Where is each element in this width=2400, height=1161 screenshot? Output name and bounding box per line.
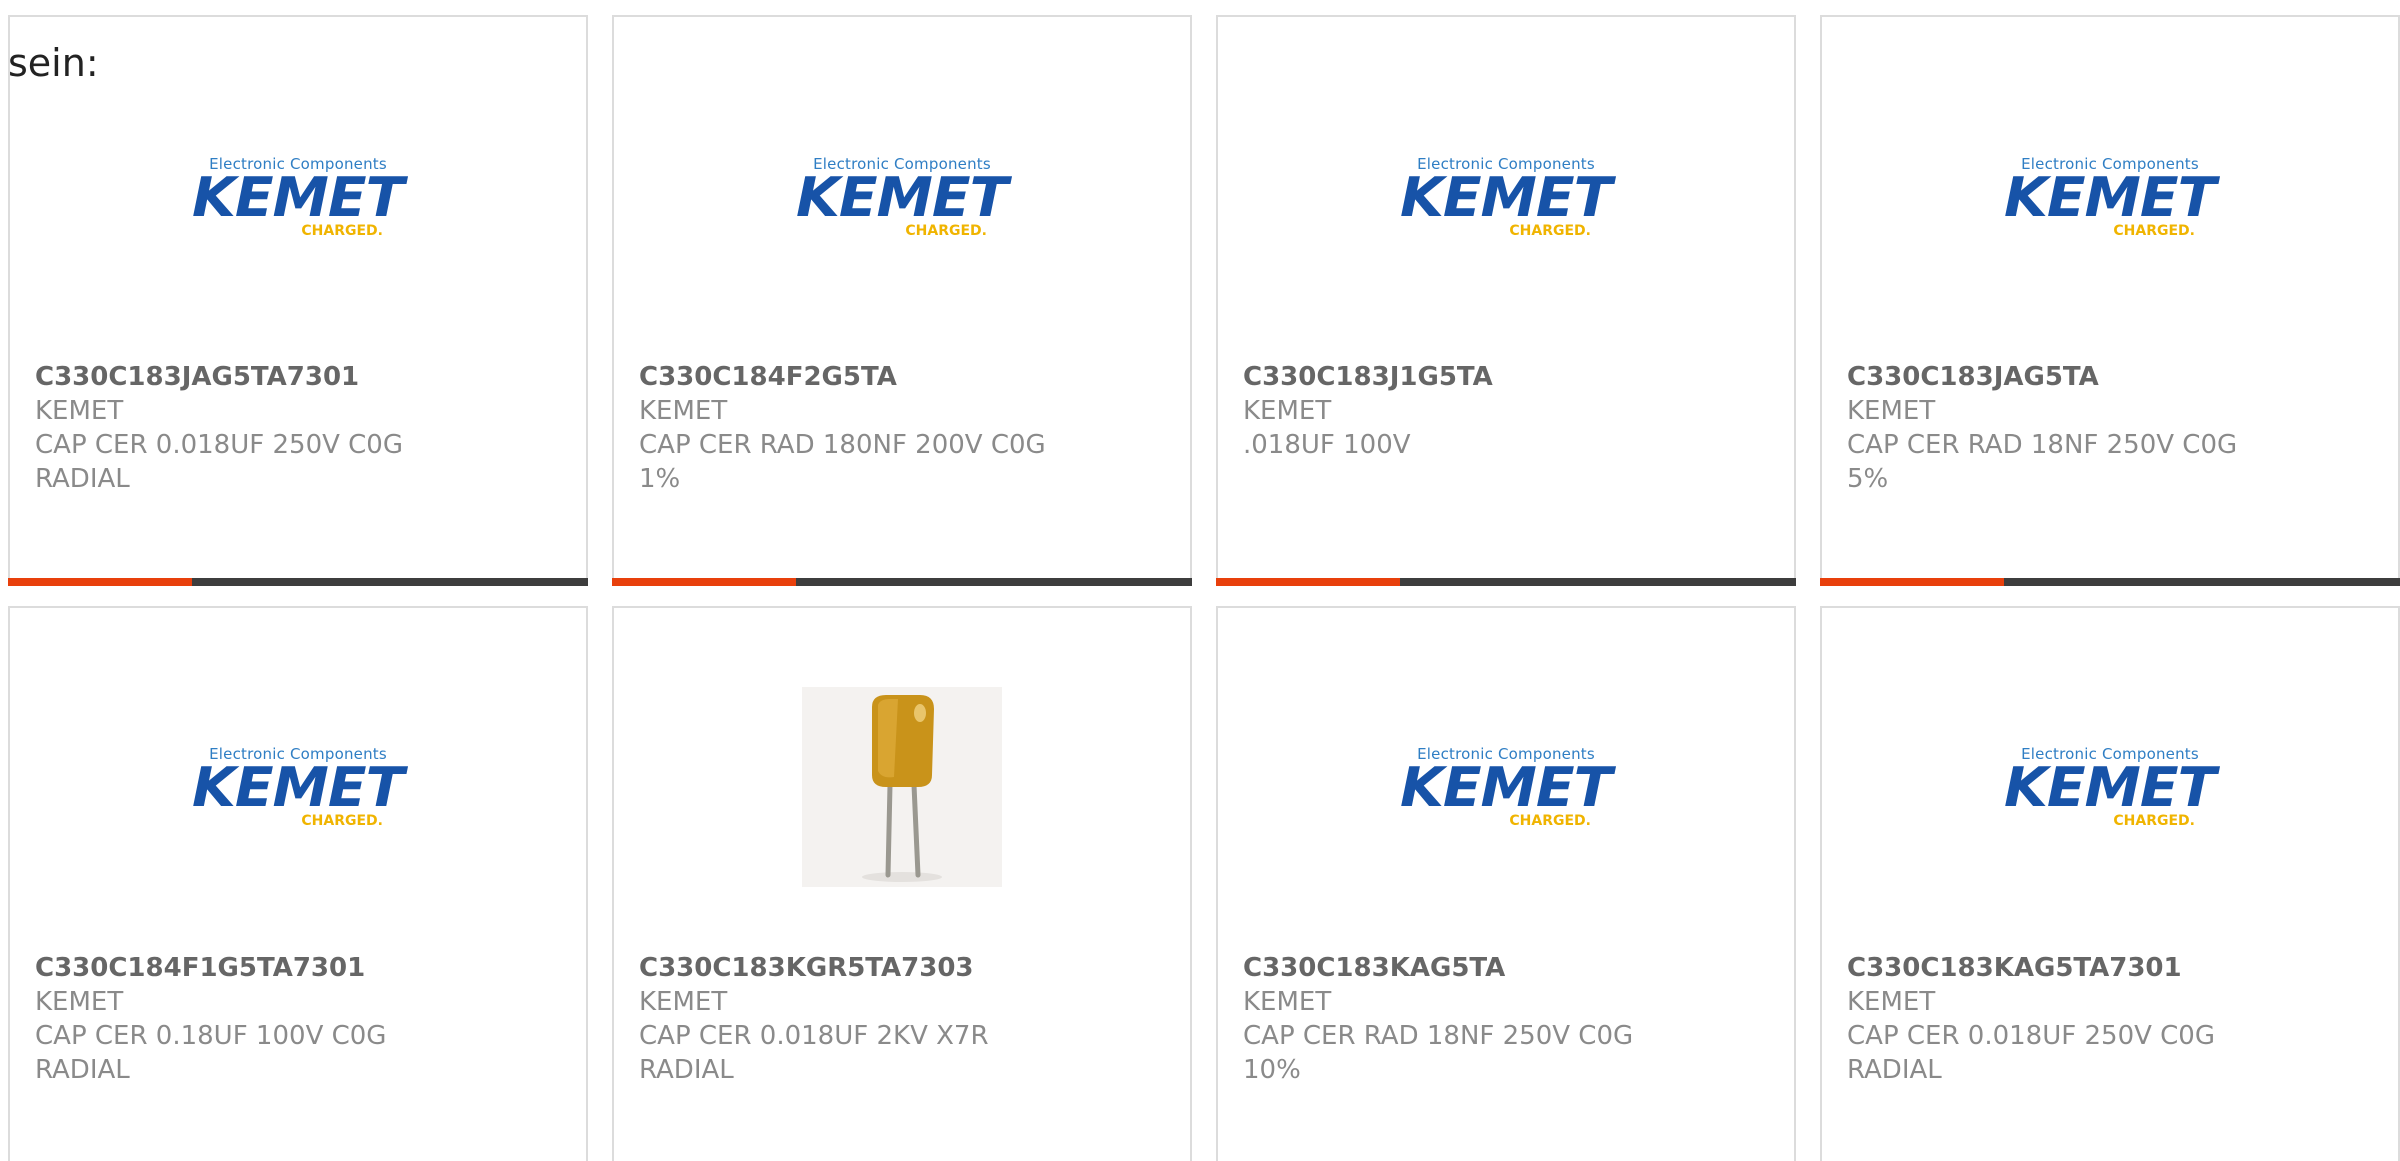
product-description-extra: 1%: [639, 464, 681, 494]
product-manufacturer: KEMET: [35, 396, 124, 426]
kemet-logo: Electronic Components KEMET CHARGED.: [2004, 155, 2216, 239]
product-info: C330C184F2G5TA KEMET CAP CER RAD 180NF 2…: [639, 360, 1170, 496]
product-card[interactable]: Electronic Components KEMET CHARGED. C33…: [1216, 15, 1796, 586]
product-card[interactable]: C330C183KGR5TA7303 KEMET CAP CER 0.018UF…: [612, 606, 1192, 1161]
product-info: C330C183KAG5TA KEMET CAP CER RAD 18NF 25…: [1243, 951, 1774, 1087]
product-manufacturer: KEMET: [1243, 987, 1332, 1017]
logo-wordmark: KEMET: [2004, 755, 2216, 819]
intro-text: sein:: [8, 41, 99, 85]
product-part-number[interactable]: C330C183KGR5TA7303: [639, 951, 1170, 985]
card-bottom-bar: [612, 578, 1192, 586]
product-description: CAP CER 0.18UF 100V C0G: [35, 1021, 387, 1051]
product-description: CAP CER RAD 18NF 250V C0G: [1847, 430, 2238, 460]
product-info: C330C184F1G5TA7301 KEMET CAP CER 0.18UF …: [35, 951, 566, 1087]
logo-wordmark: KEMET: [192, 755, 404, 819]
product-manufacturer: KEMET: [1847, 987, 1936, 1017]
product-image[interactable]: Electronic Components KEMET CHARGED.: [10, 672, 586, 902]
product-image[interactable]: Electronic Components KEMET CHARGED.: [1822, 672, 2398, 902]
product-grid-page: sein: Electronic Components KEMET CHARGE…: [0, 0, 2400, 1161]
card-bottom-bar: [1216, 578, 1796, 586]
product-description: CAP CER RAD 18NF 250V C0G: [1243, 1021, 1634, 1051]
card-accent-bar: [612, 578, 796, 586]
product-manufacturer: KEMET: [639, 396, 728, 426]
product-description: .018UF 100V: [1243, 430, 1411, 460]
product-description: CAP CER 0.018UF 250V C0G: [35, 430, 403, 460]
product-manufacturer: KEMET: [1847, 396, 1936, 426]
product-part-number[interactable]: C330C183JAG5TA: [1847, 360, 2378, 394]
product-description-extra: RADIAL: [35, 1055, 130, 1085]
logo-wordmark: KEMET: [1400, 755, 1612, 819]
logo-wordmark: KEMET: [1400, 165, 1612, 229]
kemet-logo: Electronic Components KEMET CHARGED.: [796, 155, 1008, 239]
kemet-logo: Electronic Components KEMET CHARGED.: [1400, 745, 1612, 829]
capacitor-photo: [802, 687, 1002, 887]
product-card[interactable]: Electronic Components KEMET CHARGED. C33…: [1216, 606, 1796, 1161]
product-info: C330C183KAG5TA7301 KEMET CAP CER 0.018UF…: [1847, 951, 2378, 1087]
product-description-extra: 5%: [1847, 464, 1889, 494]
logo-wordmark: KEMET: [796, 165, 1008, 229]
product-description: CAP CER RAD 180NF 200V C0G: [639, 430, 1046, 460]
card-accent-bar: [1216, 578, 1400, 586]
product-description: CAP CER 0.018UF 250V C0G: [1847, 1021, 2215, 1051]
product-image[interactable]: [614, 672, 1190, 902]
product-info: C330C183J1G5TA KEMET .018UF 100V: [1243, 360, 1774, 462]
product-image[interactable]: Electronic Components KEMET CHARGED.: [1218, 672, 1794, 902]
product-image[interactable]: Electronic Components KEMET CHARGED.: [614, 82, 1190, 312]
product-description-extra: RADIAL: [35, 464, 130, 494]
product-card[interactable]: Electronic Components KEMET CHARGED. C33…: [1820, 606, 2400, 1161]
product-part-number[interactable]: C330C183J1G5TA: [1243, 360, 1774, 394]
product-card[interactable]: Electronic Components KEMET CHARGED. C33…: [8, 15, 588, 586]
product-part-number[interactable]: C330C184F1G5TA7301: [35, 951, 566, 985]
product-info: C330C183JAG5TA7301 KEMET CAP CER 0.018UF…: [35, 360, 566, 496]
product-info: C330C183KGR5TA7303 KEMET CAP CER 0.018UF…: [639, 951, 1170, 1087]
product-part-number[interactable]: C330C184F2G5TA: [639, 360, 1170, 394]
product-part-number[interactable]: C330C183JAG5TA7301: [35, 360, 566, 394]
product-description-extra: 10%: [1243, 1055, 1301, 1085]
kemet-logo: Electronic Components KEMET CHARGED.: [192, 745, 404, 829]
card-accent-bar: [1820, 578, 2004, 586]
product-description-extra: RADIAL: [639, 1055, 734, 1085]
kemet-logo: Electronic Components KEMET CHARGED.: [192, 155, 404, 239]
product-part-number[interactable]: C330C183KAG5TA: [1243, 951, 1774, 985]
product-part-number[interactable]: C330C183KAG5TA7301: [1847, 951, 2378, 985]
product-image[interactable]: Electronic Components KEMET CHARGED.: [1822, 82, 2398, 312]
product-info: C330C183JAG5TA KEMET CAP CER RAD 18NF 25…: [1847, 360, 2378, 496]
logo-wordmark: KEMET: [2004, 165, 2216, 229]
product-manufacturer: KEMET: [1243, 396, 1332, 426]
product-description: CAP CER 0.018UF 2KV X7R: [639, 1021, 989, 1051]
logo-wordmark: KEMET: [192, 165, 404, 229]
product-card[interactable]: Electronic Components KEMET CHARGED. C33…: [8, 606, 588, 1161]
product-image[interactable]: Electronic Components KEMET CHARGED.: [10, 82, 586, 312]
card-bottom-bar: [8, 578, 588, 586]
product-image[interactable]: Electronic Components KEMET CHARGED.: [1218, 82, 1794, 312]
product-manufacturer: KEMET: [639, 987, 728, 1017]
product-description-extra: RADIAL: [1847, 1055, 1942, 1085]
product-manufacturer: KEMET: [35, 987, 124, 1017]
card-accent-bar: [8, 578, 192, 586]
kemet-logo: Electronic Components KEMET CHARGED.: [2004, 745, 2216, 829]
card-bottom-bar: [1820, 578, 2400, 586]
product-card[interactable]: Electronic Components KEMET CHARGED. C33…: [1820, 15, 2400, 586]
kemet-logo: Electronic Components KEMET CHARGED.: [1400, 155, 1612, 239]
product-card[interactable]: Electronic Components KEMET CHARGED. C33…: [612, 15, 1192, 586]
